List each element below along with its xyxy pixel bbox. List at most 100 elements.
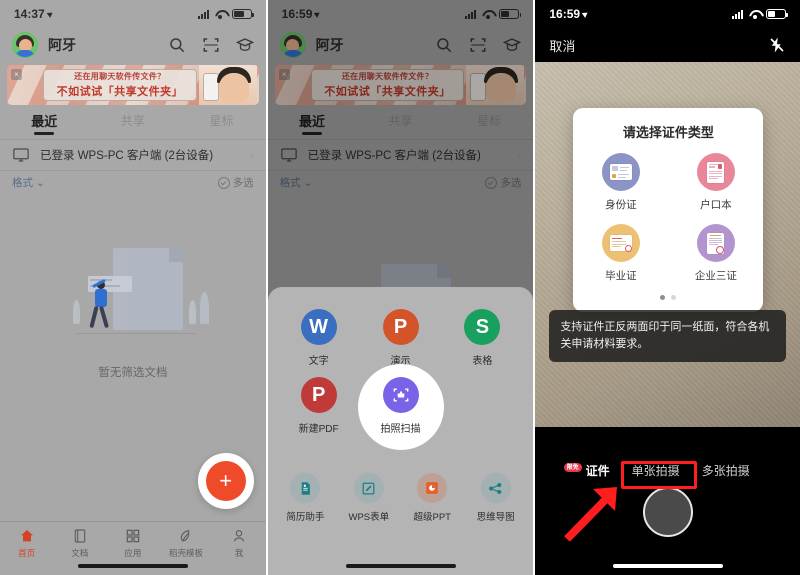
banner-illustration (198, 65, 257, 105)
shutter-button[interactable] (642, 487, 693, 537)
mode-single-shot[interactable]: 单张拍摄 (632, 462, 680, 479)
empty-document-illustration (58, 238, 209, 348)
dialog-title: 请选择证件类型 (622, 125, 714, 140)
home-indicator (612, 564, 723, 568)
empty-state-text: 暂无筛选文档 (98, 367, 168, 379)
household-register-icon (696, 153, 735, 191)
create-option-writer[interactable]: W 文字 (278, 309, 360, 367)
diploma-glyph (609, 235, 632, 252)
camera-mode-tabs: 限免 证件 单张拍摄 多张拍摄 (535, 462, 800, 479)
screenshot-stage: 14:37 阿牙 × 还在用聊天软件传文件？ 不如试试「共享文件夹」 最近 共享… (0, 0, 800, 575)
nav-item-template[interactable]: 稻壳模板 (159, 528, 212, 559)
signal-icon (732, 9, 744, 19)
location-arrow-icon (46, 10, 54, 18)
signal-icon (197, 9, 209, 19)
promo-banner[interactable]: × 还在用聊天软件传文件？ 不如试试「共享文件夹」 (7, 65, 259, 105)
id-type-option-household[interactable]: 户口本 (668, 153, 763, 212)
tool-resume[interactable]: 简历助手 (274, 473, 337, 523)
status-left-3: 16:59 (549, 7, 590, 21)
scan-frame-icon (382, 377, 419, 413)
panel-create-sheet: 16:59 阿牙 × 还在用聊天软件传文件？ 不如试试「共享文件夹」 最近 共享… (267, 0, 534, 575)
nav-item-documents[interactable]: 文档 (53, 528, 106, 559)
create-option-label: 新建PDF (298, 424, 339, 435)
nav-item-home[interactable]: 首页 (0, 528, 53, 559)
camera-header: 取消 (535, 28, 800, 62)
status-right-3 (732, 9, 789, 19)
nav-label-templates-apps: 应用 (124, 548, 142, 558)
search-icon[interactable] (168, 36, 186, 54)
tab-bar: 最近 共享 星标 (0, 107, 266, 133)
create-option-spreadsheet[interactable]: S 表格 (441, 309, 523, 367)
wifi-icon (214, 9, 227, 19)
form-edit-glyph (362, 482, 375, 494)
tool-mindmap[interactable]: 思维导图 (464, 473, 527, 523)
presentation-icon: P (382, 309, 419, 345)
multi-select-label: 多选 (232, 177, 254, 189)
id-type-option-idcard[interactable]: 身份证 (573, 153, 668, 212)
cancel-button[interactable]: 取消 (549, 36, 575, 55)
mode-label: 证件 (585, 464, 610, 478)
ppt-icon (417, 473, 448, 503)
flash-off-icon[interactable] (768, 36, 786, 54)
tool-form[interactable]: WPS表单 (337, 473, 400, 523)
scan-icon[interactable] (202, 36, 220, 54)
create-fab-wrapper: + (197, 453, 254, 509)
avatar[interactable] (12, 32, 38, 58)
status-bar: 14:37 (0, 0, 266, 28)
writer-icon: W (300, 309, 337, 345)
diploma-icon (601, 224, 640, 262)
spreadsheet-icon: S (464, 309, 501, 345)
battery-icon (231, 9, 254, 19)
check-circle-icon (217, 176, 230, 189)
chevron-right-icon: › (249, 148, 254, 162)
tool-label: 简历助手 (286, 512, 325, 523)
tab-shared[interactable]: 共享 (89, 112, 178, 129)
create-option-presentation[interactable]: P 演示 (360, 309, 442, 367)
pagination-dot[interactable] (671, 295, 677, 300)
filter-bar: 格式 ⌄ 多选 (0, 170, 266, 194)
format-filter[interactable]: 格式 ⌄ (12, 175, 45, 190)
create-sheet: W 文字 P 演示 S 表格 P 新建PDF 拍照扫描 简历助手 WPS表单 超… (267, 287, 534, 575)
resume-icon (290, 473, 321, 503)
status-bar-3: 16:59 (535, 0, 800, 28)
apps-grid-icon (126, 529, 140, 543)
pagination-dot-active[interactable] (660, 295, 666, 300)
nav-item-apps[interactable]: 应用 (106, 528, 159, 559)
nav-item-me[interactable]: 我 (213, 528, 266, 559)
create-option-label: 表格 (472, 356, 493, 367)
id-type-label: 户口本 (700, 199, 732, 211)
create-options-grid: W 文字 P 演示 S 表格 P 新建PDF 拍照扫描 (268, 287, 534, 450)
multi-select-button[interactable]: 多选 (217, 175, 254, 190)
create-fab[interactable]: + (205, 461, 246, 501)
graduation-cap-icon[interactable] (235, 36, 254, 54)
status-left: 14:37 (14, 7, 54, 21)
banner-text: 还在用聊天软件传文件？ 不如试试「共享文件夹」 (43, 69, 197, 101)
panel-home-filtered: 14:37 阿牙 × 还在用聊天软件传文件？ 不如试试「共享文件夹」 最近 共享… (0, 0, 266, 575)
create-option-scan[interactable]: 拍照扫描 (357, 364, 444, 450)
tab-recent[interactable]: 最近 (0, 111, 89, 130)
nav-label-template: 稻壳模板 (168, 548, 203, 558)
dialog-pagination (573, 295, 763, 300)
location-arrow-icon (581, 10, 590, 18)
id-type-option-diploma[interactable]: 毕业证 (573, 224, 668, 283)
tab-starred[interactable]: 星标 (177, 112, 266, 129)
create-option-pdf[interactable]: P 新建PDF (278, 377, 360, 435)
tool-label: WPS表单 (348, 512, 390, 523)
monitor-icon (13, 148, 29, 162)
chevron-down-icon: ⌄ (36, 176, 45, 189)
close-icon[interactable]: × (11, 69, 22, 80)
status-right (197, 9, 254, 19)
tool-label: 思维导图 (476, 512, 515, 523)
household-glyph (707, 161, 725, 183)
mode-multi-shot[interactable]: 多张拍摄 (702, 462, 750, 479)
sheet-tools-row: 简历助手 WPS表单 超级PPT 思维导图 (268, 457, 534, 523)
device-row[interactable]: 已登录 WPS-PC 客户端 (2台设备) › (0, 140, 266, 170)
camera-tip: 支持证件正反两面印于同一纸面，符合各机关申请材料要求。 (549, 310, 787, 363)
id-type-option-business[interactable]: 企业三证 (668, 224, 763, 283)
device-label: 已登录 WPS-PC 客户端 (2台设备) (40, 150, 214, 162)
create-option-empty-slot (441, 377, 523, 435)
business-license-icon (696, 224, 735, 262)
tool-super-ppt[interactable]: 超级PPT (401, 473, 464, 523)
id-card-icon (601, 153, 640, 191)
mode-id-document[interactable]: 限免 证件 (563, 462, 610, 479)
